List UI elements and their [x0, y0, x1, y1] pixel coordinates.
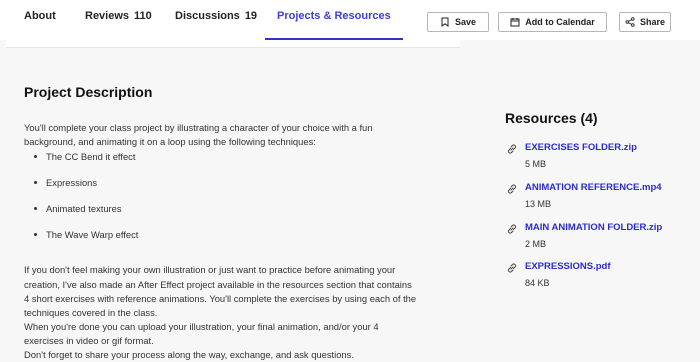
- link-icon: [507, 224, 517, 234]
- body-line: techniques covered in the class.: [24, 307, 158, 318]
- techniques-list: The CC Bend it effect Expressions Animat…: [34, 151, 138, 255]
- body-line: When you're done you can upload your ill…: [24, 321, 379, 332]
- resource-size: 13 MB: [525, 199, 552, 209]
- link-icon: [507, 144, 517, 154]
- link-icon: [507, 184, 517, 194]
- body-line: exercises in video or gif format.: [24, 335, 154, 346]
- resource-size: 5 MB: [525, 159, 547, 169]
- top-nav-bar: About Reviews 110 Discussions 19 Projects …: [0, 0, 700, 40]
- project-description-heading: Project Description: [24, 84, 153, 100]
- bookmark-icon: [441, 17, 449, 27]
- tab-count: 110: [134, 10, 152, 22]
- content-divider: [6, 40, 460, 48]
- share-icon: [625, 17, 635, 27]
- save-label: Save: [454, 17, 477, 27]
- resource-size: 2 MB: [525, 239, 547, 249]
- body-line: creation, I've also made an After Effect…: [24, 279, 412, 290]
- body-line: 4 short exercises with reference animati…: [24, 293, 417, 304]
- body-line: If you don't feel making your own illust…: [24, 264, 396, 275]
- tab-reviews[interactable]: Reviews 110: [85, 0, 152, 40]
- tab-discussions[interactable]: Discussions 19: [175, 0, 257, 40]
- tab-label: Discussions: [175, 10, 240, 22]
- intro-line: background, and animating it on a loop u…: [24, 136, 316, 147]
- resource-link[interactable]: MAIN ANIMATION FOLDER.zip: [525, 222, 662, 233]
- resources-heading: Resources (4): [505, 110, 598, 126]
- tab-about[interactable]: About: [24, 0, 56, 40]
- link-icon: [507, 263, 517, 273]
- save-button[interactable]: Save: [427, 12, 489, 32]
- list-item: Expressions: [34, 177, 138, 203]
- resource-link[interactable]: ANIMATION REFERENCE.mp4: [525, 182, 662, 193]
- tab-projects-resources[interactable]: Projects & Resources: [265, 0, 403, 40]
- list-item: Animated textures: [34, 203, 138, 229]
- share-button[interactable]: Share: [619, 12, 671, 32]
- tab-label: About: [24, 10, 56, 22]
- tab-count: 19: [244, 10, 258, 22]
- calendar-icon: [510, 18, 520, 27]
- body-line: Don't forget to share your process along…: [24, 349, 354, 360]
- resource-link[interactable]: EXPRESSIONS.pdf: [525, 261, 611, 272]
- calendar-label: Add to Calendar: [525, 17, 595, 27]
- intro-line: You'll complete your class project by il…: [24, 122, 373, 133]
- resource-size: 84 KB: [525, 278, 550, 288]
- tab-label: Projects & Resources: [277, 10, 391, 22]
- list-item: The CC Bend it effect: [34, 151, 138, 177]
- share-label: Share: [639, 17, 665, 27]
- add-to-calendar-button[interactable]: Add to Calendar: [498, 12, 607, 32]
- list-item: The Wave Warp effect: [34, 229, 138, 255]
- tab-label: Reviews: [85, 10, 130, 22]
- resource-link[interactable]: EXERCISES FOLDER.zip: [525, 142, 637, 153]
